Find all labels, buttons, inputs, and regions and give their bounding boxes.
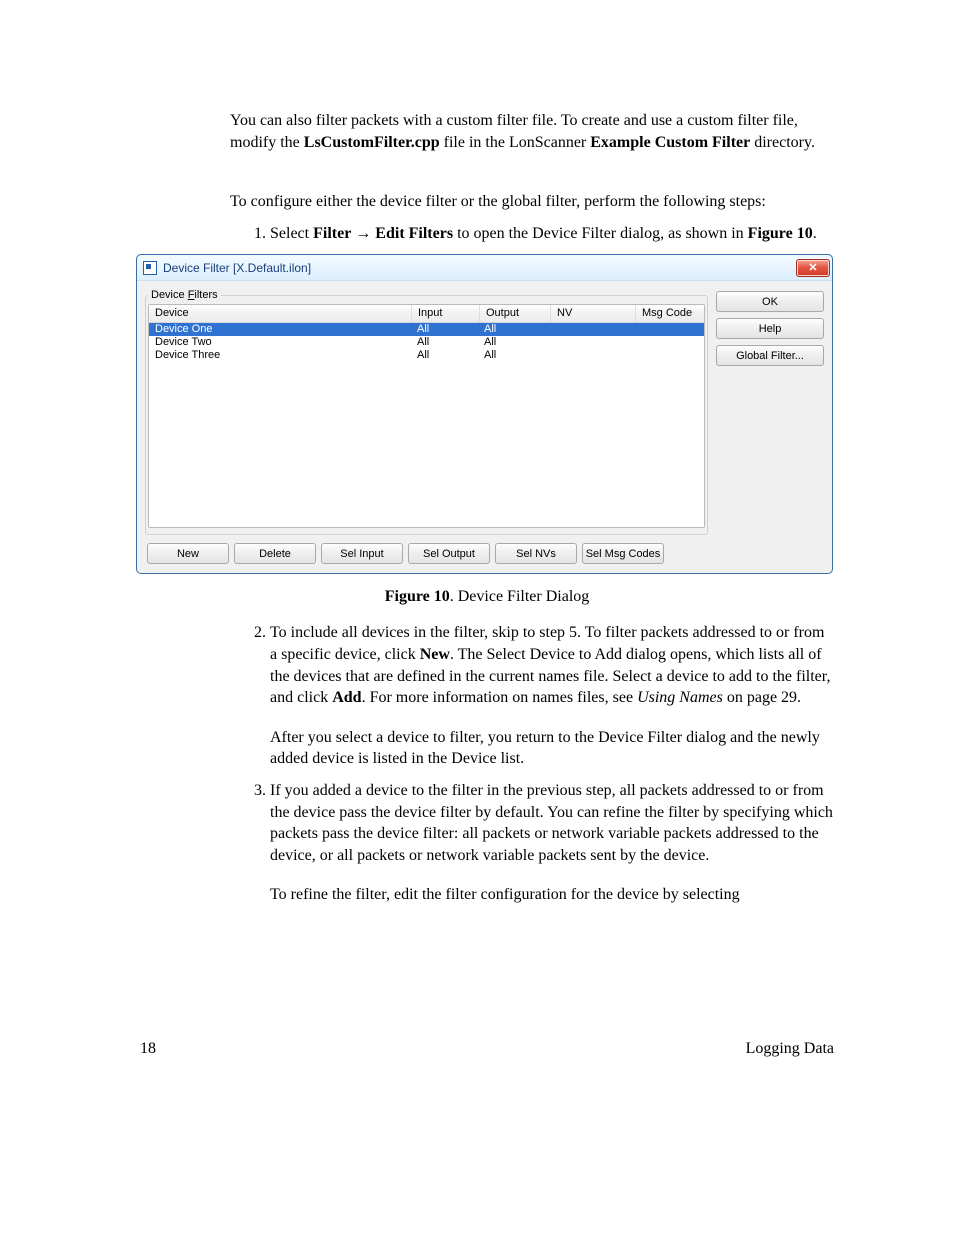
sel-output-button[interactable]: Sel Output (408, 543, 490, 564)
device-filter-dialog: Device Filter [X.Default.ilon] ✕ Device … (136, 254, 833, 574)
using-names-ref: Using Names (637, 689, 723, 706)
steps-list-cont: To include all devices in the filter, sk… (230, 622, 834, 906)
text: . For more information on names files, s… (362, 689, 638, 706)
group-label: Device Filters (148, 289, 221, 301)
help-button[interactable]: Help (716, 318, 824, 339)
cell-nv (548, 349, 632, 362)
new-button[interactable]: New (147, 543, 229, 564)
device-listview[interactable]: Device Input Output NV Msg Code Device O… (148, 304, 705, 528)
cell-output: All (478, 349, 548, 362)
figure-caption: Figure 10. Device Filter Dialog (140, 588, 834, 606)
text: After you select a device to filter, you… (270, 727, 834, 770)
text: If you added a device to the filter in t… (270, 782, 833, 864)
cell-nv (548, 336, 632, 349)
cell-msg (632, 336, 704, 349)
page-footer: 18 Logging Data (0, 1012, 954, 1058)
page-number: 18 (140, 1040, 156, 1058)
cell-msg (632, 349, 704, 362)
menu-edit-filters: Edit Filters (375, 225, 453, 242)
cell-nv (548, 323, 632, 336)
col-msgcode[interactable]: Msg Code (636, 305, 704, 322)
delete-button[interactable]: Delete (234, 543, 316, 564)
col-device[interactable]: Device (149, 305, 412, 322)
sel-msgcodes-button[interactable]: Sel Msg Codes (582, 543, 664, 564)
section-title: Logging Data (746, 1040, 834, 1058)
cell-input: All (411, 323, 478, 336)
arrow: → (351, 225, 375, 242)
cell-device: Device One (149, 323, 411, 336)
list-row[interactable]: Device Three All All (149, 349, 704, 362)
step-3: If you added a device to the filter in t… (270, 780, 834, 906)
step-1: Select Filter → Edit Filters to open the… (270, 223, 834, 245)
steps-list: Select Filter → Edit Filters to open the… (230, 223, 834, 245)
cell-input: All (411, 336, 478, 349)
filename: LsCustomFilter.cpp (304, 134, 440, 151)
list-row[interactable]: Device Two All All (149, 336, 704, 349)
device-filters-group: Device Filters Device Input Output NV Ms… (145, 289, 708, 535)
titlebar[interactable]: Device Filter [X.Default.ilon] ✕ (137, 255, 832, 281)
text: to open the Device Filter dialog, as sho… (453, 225, 748, 242)
intro-para-1: You can also filter packets with a custo… (230, 110, 834, 153)
window-title: Device Filter [X.Default.ilon] (163, 261, 796, 275)
cell-output: All (478, 336, 548, 349)
global-filter-button[interactable]: Global Filter... (716, 345, 824, 366)
new-label: New (420, 646, 450, 663)
text: . (813, 225, 817, 242)
text: Select (270, 225, 313, 242)
sel-input-button[interactable]: Sel Input (321, 543, 403, 564)
intro-para-2: To configure either the device filter or… (230, 191, 834, 213)
text: To refine the filter, edit the filter co… (270, 884, 834, 906)
menu-filter: Filter (313, 225, 351, 242)
cell-output: All (478, 323, 548, 336)
figure-ref: Figure 10 (748, 225, 813, 242)
cell-device: Device Two (149, 336, 411, 349)
close-icon[interactable]: ✕ (796, 259, 830, 277)
cell-device: Device Three (149, 349, 411, 362)
app-icon (143, 261, 157, 275)
figure-label: Figure 10 (385, 588, 450, 605)
col-nv[interactable]: NV (551, 305, 636, 322)
text: To configure either the device filter or… (230, 191, 834, 213)
figure-text: . Device Filter Dialog (450, 588, 590, 605)
col-output[interactable]: Output (480, 305, 551, 322)
text: on page 29. (723, 689, 801, 706)
listview-header[interactable]: Device Input Output NV Msg Code (149, 305, 704, 323)
cell-input: All (411, 349, 478, 362)
cell-msg (632, 323, 704, 336)
sel-nvs-button[interactable]: Sel NVs (495, 543, 577, 564)
add-label: Add (332, 689, 361, 706)
folder-name: Example Custom Filter (590, 134, 750, 151)
text: file in the LonScanner (440, 134, 591, 151)
list-row[interactable]: Device One All All (149, 323, 704, 336)
step-2: To include all devices in the filter, sk… (270, 622, 834, 770)
ok-button[interactable]: OK (716, 291, 824, 312)
col-input[interactable]: Input (412, 305, 480, 322)
text: directory. (750, 134, 815, 151)
